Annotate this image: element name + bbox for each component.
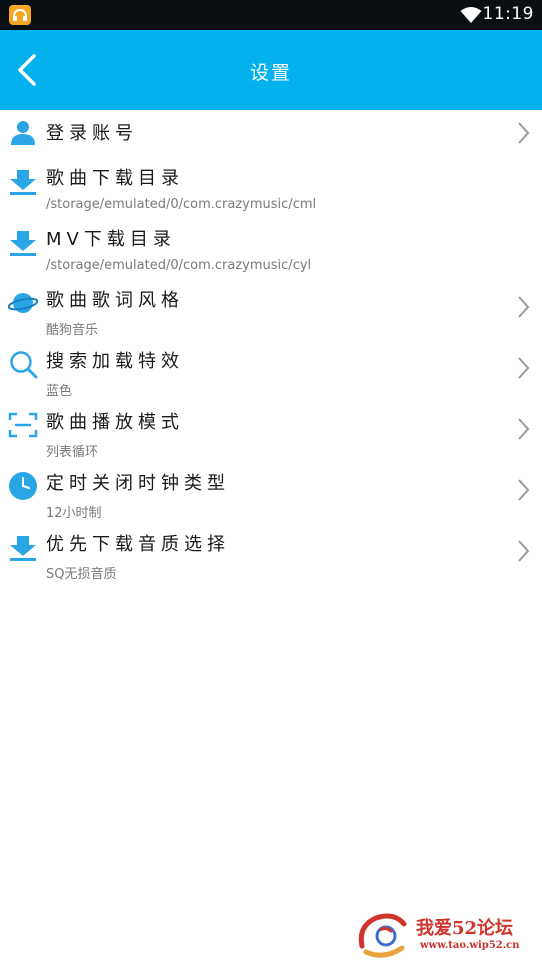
setting-value: /storage/emulated/0/com.crazymusic/cml — [46, 197, 317, 212]
setting-search-effect[interactable]: 搜索加载特效 蓝色 — [0, 339, 542, 400]
setting-timer-clock-type[interactable]: 定时关闭时钟类型 12小时制 — [0, 461, 542, 522]
search-icon — [10, 351, 38, 379]
watermark: 我爱52论坛 www.tao.wip52.cn — [356, 906, 542, 964]
music-app-icon — [9, 5, 31, 25]
setting-title: MV下载目录 — [46, 229, 176, 250]
planet-icon — [8, 293, 38, 313]
setting-title: 歌曲下载目录 — [46, 168, 184, 189]
setting-value: SQ无损音质 — [46, 567, 117, 582]
setting-title: 定时关闭时钟类型 — [46, 473, 230, 494]
setting-title: 歌曲播放模式 — [46, 412, 184, 433]
setting-title: 优先下载音质选择 — [46, 534, 230, 555]
setting-song-download-dir[interactable]: 歌曲下载目录 /storage/emulated/0/com.crazymusi… — [0, 156, 542, 217]
chevron-right-icon — [518, 540, 530, 562]
setting-value: 酷狗音乐 — [46, 323, 99, 338]
setting-title: 搜索加载特效 — [46, 351, 184, 372]
watermark-title: 我爱52论坛 — [416, 918, 514, 939]
chevron-right-icon — [518, 479, 530, 501]
watermark-logo-icon — [358, 913, 407, 958]
setting-mv-download-dir[interactable]: MV下载目录 /storage/emulated/0/com.crazymusi… — [0, 217, 542, 278]
download-icon — [10, 536, 36, 561]
scan-frame-icon — [8, 412, 38, 438]
setting-value: /storage/emulated/0/com.crazymusic/cyl — [46, 258, 312, 273]
app-bar: 设置 — [0, 30, 542, 110]
setting-download-quality[interactable]: 优先下载音质选择 SQ无损音质 — [0, 522, 542, 583]
chevron-right-icon — [518, 357, 530, 379]
download-icon — [10, 170, 36, 195]
page-title: 设置 — [249, 62, 292, 84]
watermark-url: www.tao.wip52.cn — [420, 940, 520, 951]
wifi-icon — [460, 7, 482, 23]
chevron-right-icon — [518, 418, 530, 440]
chevron-right-icon — [518, 296, 530, 318]
setting-value: 12小时制 — [46, 506, 102, 521]
status-bar: 11:19 — [0, 0, 542, 30]
setting-title: 登录账号 — [46, 123, 138, 144]
setting-value: 蓝色 — [46, 384, 73, 399]
settings-list: 登录账号 歌曲下载目录 /storage/emulated/0/com.craz… — [0, 110, 542, 583]
setting-login-account[interactable]: 登录账号 — [0, 110, 542, 156]
setting-lyrics-style[interactable]: 歌曲歌词风格 酷狗音乐 — [0, 278, 542, 339]
status-time: 11:19 — [482, 4, 534, 24]
download-icon — [10, 231, 36, 256]
setting-value: 列表循环 — [46, 445, 99, 460]
chevron-right-icon — [518, 122, 530, 144]
user-icon — [11, 121, 35, 145]
setting-title: 歌曲歌词风格 — [46, 290, 184, 311]
setting-play-mode[interactable]: 歌曲播放模式 列表循环 — [0, 400, 542, 461]
clock-icon — [9, 472, 37, 500]
